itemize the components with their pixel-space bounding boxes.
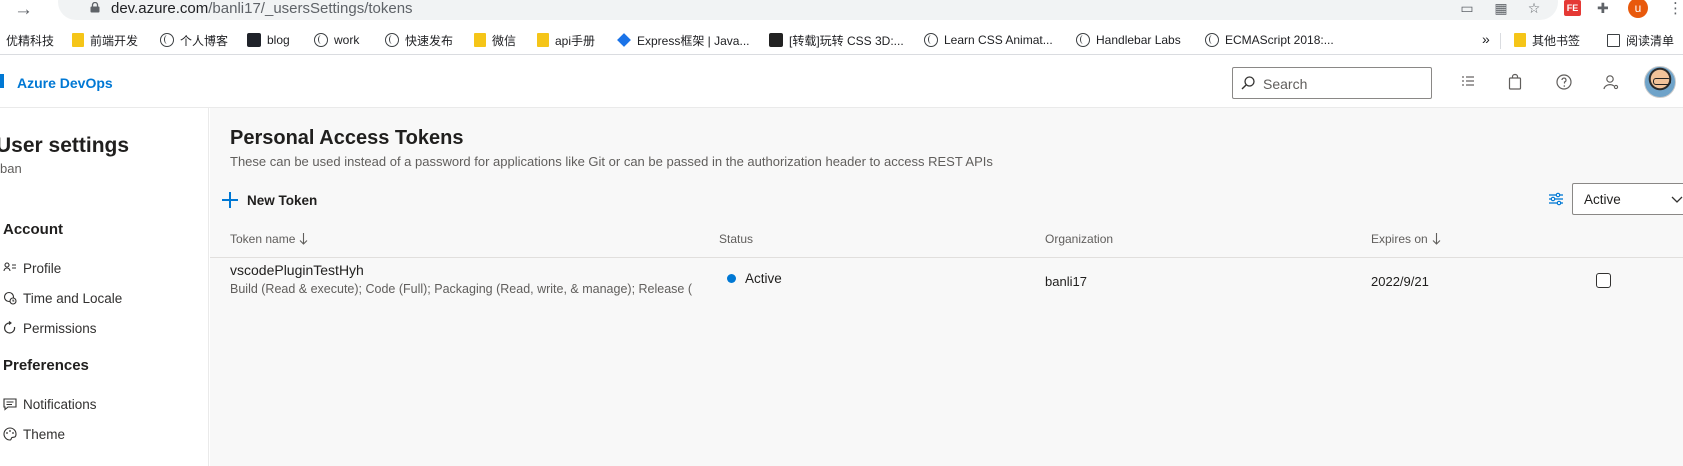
search-box[interactable] bbox=[1232, 67, 1432, 99]
status-filter-dropdown[interactable]: Active bbox=[1572, 183, 1683, 215]
folder-icon bbox=[72, 33, 84, 47]
main-content: Personal Access Tokens These can be used… bbox=[210, 108, 1683, 466]
globe-icon bbox=[385, 33, 399, 47]
sidebar-group-account: Account bbox=[3, 221, 63, 238]
layers-icon bbox=[617, 33, 631, 47]
folder-icon bbox=[537, 33, 549, 47]
bookmark-item[interactable]: Express框架 | Java... bbox=[617, 31, 749, 49]
reading-list-button[interactable]: 阅读清单 bbox=[1607, 31, 1674, 49]
sidebar-item-theme[interactable]: Theme bbox=[3, 424, 65, 444]
new-token-button[interactable]: New Token bbox=[222, 188, 317, 212]
token-organization: banli17 bbox=[1045, 274, 1087, 289]
globe-icon bbox=[1205, 33, 1219, 47]
column-header-organization[interactable]: Organization bbox=[1045, 232, 1113, 246]
row-select-checkbox[interactable] bbox=[1596, 273, 1611, 288]
browser-menu-icon[interactable]: ⋮ bbox=[1668, 0, 1683, 17]
page-description: These can be used instead of a password … bbox=[230, 154, 993, 169]
sidebar-item-label: Notifications bbox=[23, 396, 97, 412]
bookmark-item[interactable]: Handlebar Labs bbox=[1076, 31, 1181, 49]
filter-settings-icon[interactable] bbox=[1548, 191, 1564, 207]
sidebar-item-notifications[interactable]: Notifications bbox=[3, 394, 97, 414]
bookmarks-divider bbox=[1500, 33, 1501, 49]
browser-toolbar: → dev.azure.com/banli17/_usersSettings/t… bbox=[0, 0, 1683, 20]
new-token-label: New Token bbox=[247, 192, 318, 208]
bookmark-item[interactable]: [转载]玩转 CSS 3D:... bbox=[769, 31, 904, 49]
other-bookmarks-folder[interactable]: 其他书签 bbox=[1514, 31, 1580, 49]
bookmark-item[interactable]: 快速发布 bbox=[385, 31, 453, 49]
sidebar-item-label: Permissions bbox=[23, 320, 97, 336]
bookmark-item[interactable]: 微信 bbox=[474, 31, 516, 49]
plus-icon bbox=[222, 192, 238, 208]
bookmark-item[interactable]: 前端开发 bbox=[72, 31, 138, 49]
bookmark-item[interactable]: 个人博客 bbox=[160, 31, 228, 49]
globe-icon bbox=[314, 33, 328, 47]
chat-bubble-icon bbox=[3, 398, 17, 411]
column-header-expires-on[interactable]: Expires on bbox=[1371, 232, 1441, 246]
lock-icon bbox=[90, 2, 100, 13]
globe-icon bbox=[924, 33, 938, 47]
status-filter-value: Active bbox=[1584, 192, 1621, 207]
app-header: Azure DevOps bbox=[0, 56, 1683, 108]
column-header-status[interactable]: Status bbox=[719, 232, 753, 246]
search-input[interactable] bbox=[1263, 74, 1423, 94]
reading-list-icon bbox=[1607, 33, 1620, 47]
url-text[interactable]: dev.azure.com/banli17/_usersSettings/tok… bbox=[111, 0, 413, 17]
bookmark-item[interactable]: ECMAScript 2018:... bbox=[1205, 31, 1334, 49]
sidebar-item-label: Theme bbox=[23, 426, 66, 442]
page-title: Personal Access Tokens bbox=[230, 127, 464, 149]
chevron-down-icon bbox=[1671, 196, 1683, 203]
permissions-icon bbox=[4, 321, 16, 334]
sidebar-item-profile[interactable]: Profile bbox=[3, 258, 61, 278]
extensions-puzzle-icon[interactable]: ✚ bbox=[1597, 0, 1609, 17]
help-icon[interactable] bbox=[1554, 72, 1574, 92]
sidebar-item-permissions[interactable]: Permissions bbox=[3, 318, 97, 338]
sidebar-item-time-and-locale[interactable]: Time and Locale bbox=[3, 288, 122, 308]
site-icon bbox=[769, 33, 783, 47]
folder-icon bbox=[1514, 33, 1526, 47]
status-dot-icon bbox=[727, 274, 736, 283]
search-icon bbox=[1241, 76, 1255, 90]
forward-arrow-icon[interactable]: → bbox=[14, 0, 33, 21]
extension-fe-icon[interactable]: FE bbox=[1564, 0, 1581, 16]
globe-icon bbox=[160, 33, 174, 47]
profile-card-icon bbox=[3, 262, 16, 272]
brand-link[interactable]: Azure DevOps bbox=[17, 75, 113, 91]
sort-arrow-down-icon bbox=[299, 233, 308, 245]
shopping-bag-icon[interactable] bbox=[1505, 72, 1525, 92]
bookmarks-bar: 优精科技 前端开发 个人博客 blog work 快速发布 微信 api手册 E… bbox=[0, 27, 1683, 55]
sidebar-title: User settings bbox=[0, 134, 130, 157]
sidebar-item-label: Profile bbox=[23, 260, 62, 276]
sort-arrow-down-icon bbox=[1432, 233, 1441, 245]
browser-profile-avatar[interactable]: u bbox=[1628, 0, 1648, 18]
react-icon bbox=[247, 33, 261, 47]
sidebar-group-preferences: Preferences bbox=[3, 357, 89, 374]
bookmarks-overflow-button[interactable]: » bbox=[1482, 31, 1490, 47]
bookmark-item[interactable]: work bbox=[314, 31, 359, 49]
bookmark-star-icon[interactable]: ☆ bbox=[1526, 1, 1542, 15]
globe-icon bbox=[1076, 33, 1090, 47]
sidebar-item-label: Time and Locale bbox=[23, 290, 123, 306]
token-scopes: Build (Read & execute); Code (Full); Pac… bbox=[230, 282, 692, 296]
user-avatar[interactable] bbox=[1644, 66, 1676, 98]
user-settings-icon[interactable] bbox=[1601, 72, 1621, 92]
tokens-table-header: Token name Status Organization Expires o… bbox=[210, 216, 1683, 258]
bookmark-item[interactable]: Learn CSS Animat... bbox=[924, 31, 1053, 49]
azure-devops-logo-icon[interactable] bbox=[0, 74, 4, 88]
cast-icon[interactable]: ▭ bbox=[1459, 1, 1475, 15]
token-status: Active bbox=[727, 271, 782, 286]
bookmark-item[interactable]: blog bbox=[247, 31, 290, 49]
token-expires: 2022/9/21 bbox=[1371, 274, 1429, 289]
folder-icon bbox=[474, 33, 486, 47]
token-name[interactable]: vscodePluginTestHyh bbox=[230, 262, 364, 278]
sidebar-subtitle: ban bbox=[0, 161, 22, 176]
task-list-icon[interactable] bbox=[1458, 72, 1478, 92]
palette-icon bbox=[3, 427, 17, 441]
bookmark-item[interactable]: api手册 bbox=[537, 31, 595, 49]
table-row[interactable]: vscodePluginTestHyh Build (Read & execut… bbox=[210, 259, 1683, 319]
bookmark-item[interactable]: 优精科技 bbox=[6, 31, 54, 49]
qr-code-icon[interactable]: ▦ bbox=[1493, 1, 1509, 15]
column-header-token-name[interactable]: Token name bbox=[230, 232, 308, 246]
settings-sidebar: User settings ban Account Profile Time a… bbox=[0, 108, 209, 466]
globe-clock-icon bbox=[3, 291, 17, 305]
